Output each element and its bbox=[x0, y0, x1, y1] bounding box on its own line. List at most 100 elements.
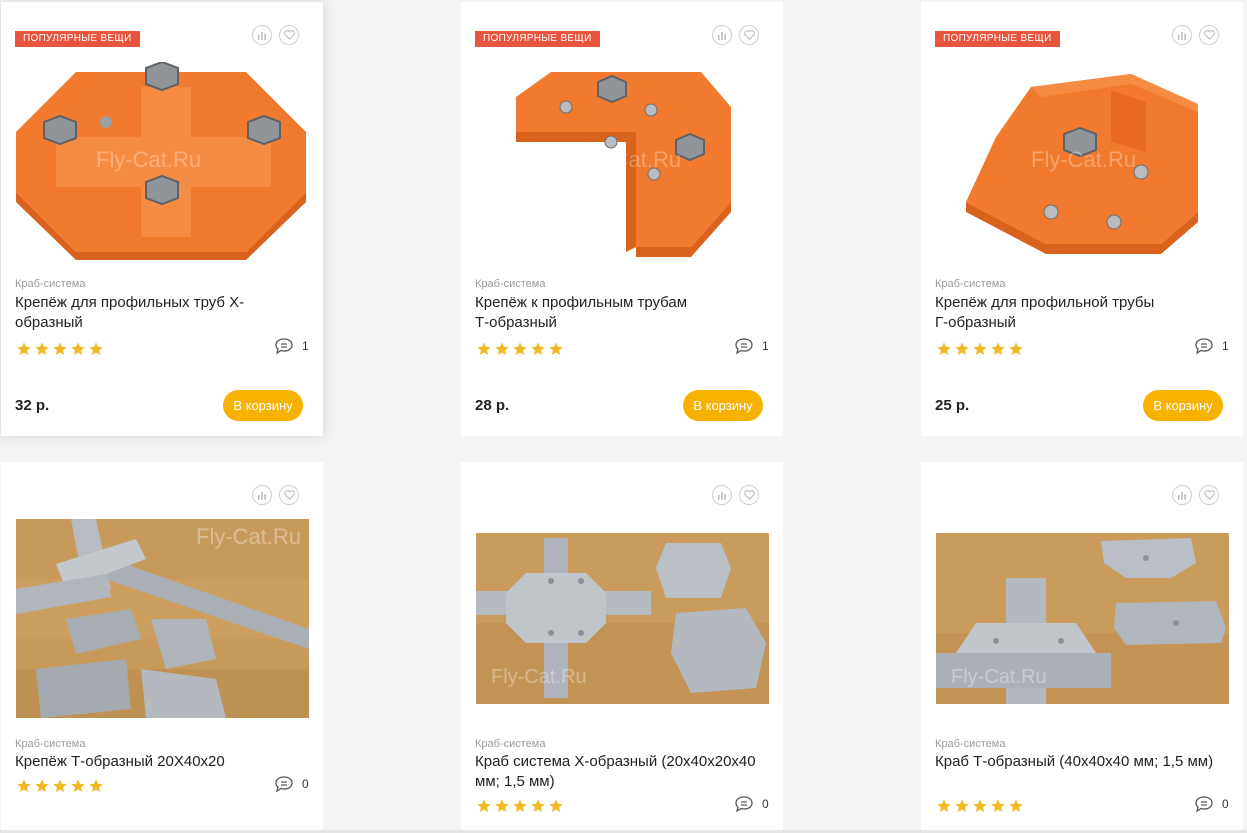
watermark: Fly-Cat.Ru bbox=[576, 147, 681, 172]
compare-icon[interactable] bbox=[1172, 25, 1192, 45]
heart-icon[interactable] bbox=[739, 25, 759, 45]
star-icon bbox=[477, 342, 491, 355]
product-title[interactable]: Крепёж Т-образный 20Х40х20 bbox=[15, 752, 305, 772]
rating-stars bbox=[16, 341, 104, 357]
star-icon bbox=[53, 779, 67, 792]
product-price: 28 р. bbox=[475, 397, 510, 414]
reviews-count[interactable]: 0 bbox=[734, 795, 769, 813]
star-icon bbox=[937, 342, 951, 355]
rating-stars bbox=[476, 341, 564, 357]
speech-bubble-icon bbox=[735, 796, 753, 813]
reviews-number: 1 bbox=[1222, 339, 1229, 353]
product-title[interactable]: Краб Т-образный (40х40х40 мм; 1,5 мм) bbox=[935, 752, 1225, 772]
product-card[interactable]: популярные вещи Fly-Cat.Ru Краб-система … bbox=[1, 2, 323, 436]
product-price: 25 р. bbox=[935, 397, 970, 414]
product-title[interactable]: Крепёж к профильным трубам Т-образный bbox=[475, 293, 705, 333]
speech-bubble-icon bbox=[1195, 796, 1213, 813]
product-image[interactable]: Fly-Cat.Ru bbox=[16, 519, 309, 718]
product-brand: Краб-система bbox=[475, 278, 546, 290]
star-icon bbox=[35, 779, 49, 792]
heart-icon[interactable] bbox=[1199, 485, 1219, 505]
product-image[interactable]: Fly-Cat.Ru bbox=[936, 533, 1229, 704]
star-icon bbox=[1009, 342, 1023, 355]
product-title[interactable]: Крепёж для профильных труб Х-образный bbox=[15, 293, 245, 333]
rating-stars bbox=[936, 798, 1024, 814]
star-icon bbox=[991, 799, 1005, 812]
product-title[interactable]: Краб система Х-образный (20х40х20х40 мм;… bbox=[475, 752, 765, 792]
reviews-count[interactable]: 0 bbox=[1194, 795, 1229, 813]
product-title[interactable]: Крепёж для профильной трубы Г-образный bbox=[935, 293, 1165, 333]
watermark: Fly-Cat.Ru bbox=[951, 666, 1047, 688]
product-image[interactable]: Fly-Cat.Ru bbox=[476, 533, 769, 704]
star-icon bbox=[531, 799, 545, 812]
watermark: Fly-Cat.Ru bbox=[196, 524, 301, 549]
speech-bubble-icon bbox=[275, 776, 293, 793]
star-icon bbox=[513, 799, 527, 812]
popular-badge: популярные вещи bbox=[475, 31, 600, 47]
star-icon bbox=[973, 342, 987, 355]
speech-bubble-icon bbox=[1195, 338, 1213, 355]
star-icon bbox=[513, 342, 527, 355]
reviews-count[interactable]: 1 bbox=[274, 337, 309, 355]
reviews-number: 0 bbox=[762, 797, 769, 811]
heart-icon[interactable] bbox=[1199, 25, 1219, 45]
star-icon bbox=[89, 342, 103, 355]
compare-icon[interactable] bbox=[1172, 485, 1192, 505]
reviews-number: 0 bbox=[302, 777, 309, 791]
compare-icon[interactable] bbox=[712, 485, 732, 505]
watermark: Fly-Cat.Ru bbox=[1031, 147, 1136, 172]
star-icon bbox=[955, 799, 969, 812]
compare-icon[interactable] bbox=[252, 485, 272, 505]
product-card[interactable]: популярные вещи Fly-Cat.Ru Краб-система … bbox=[921, 2, 1243, 436]
product-card[interactable]: Fly-Cat.Ru Краб-система Краб Т-образный … bbox=[921, 462, 1243, 833]
star-icon bbox=[937, 799, 951, 812]
star-icon bbox=[495, 342, 509, 355]
reviews-number: 1 bbox=[762, 339, 769, 353]
star-icon bbox=[89, 779, 103, 792]
product-image[interactable]: Fly-Cat.Ru bbox=[16, 62, 309, 262]
watermark: Fly-Cat.Ru bbox=[491, 666, 587, 688]
popular-badge: популярные вещи bbox=[15, 31, 140, 47]
add-to-cart-button[interactable]: В корзину bbox=[683, 390, 763, 421]
product-card[interactable]: Fly-Cat.Ru Краб-система Краб система Х-о… bbox=[461, 462, 783, 833]
product-brand: Краб-система bbox=[15, 278, 86, 290]
speech-bubble-icon bbox=[735, 338, 753, 355]
star-icon bbox=[973, 799, 987, 812]
reviews-number: 1 bbox=[302, 339, 309, 353]
star-icon bbox=[549, 342, 563, 355]
heart-icon[interactable] bbox=[279, 485, 299, 505]
watermark: Fly-Cat.Ru bbox=[96, 147, 201, 172]
star-icon bbox=[531, 342, 545, 355]
add-to-cart-button[interactable]: В корзину bbox=[1143, 390, 1223, 421]
product-card[interactable]: популярные вещи Fly-Cat.Ru Краб-система … bbox=[461, 2, 783, 436]
product-image[interactable]: Fly-Cat.Ru bbox=[936, 62, 1229, 262]
add-to-cart-button[interactable]: В корзину bbox=[223, 390, 303, 421]
heart-icon[interactable] bbox=[739, 485, 759, 505]
reviews-count[interactable]: 1 bbox=[1194, 337, 1229, 355]
reviews-number: 0 bbox=[1222, 797, 1229, 811]
star-icon bbox=[71, 342, 85, 355]
star-icon bbox=[549, 799, 563, 812]
compare-icon[interactable] bbox=[712, 25, 732, 45]
rating-stars bbox=[476, 798, 564, 814]
star-icon bbox=[495, 799, 509, 812]
heart-icon[interactable] bbox=[279, 25, 299, 45]
star-icon bbox=[17, 342, 31, 355]
reviews-count[interactable]: 0 bbox=[274, 775, 309, 793]
product-price: 32 р. bbox=[15, 397, 50, 414]
star-icon bbox=[1009, 799, 1023, 812]
product-brand: Краб-система bbox=[935, 278, 1006, 290]
rating-stars bbox=[16, 778, 104, 794]
star-icon bbox=[991, 342, 1005, 355]
reviews-count[interactable]: 1 bbox=[734, 337, 769, 355]
product-brand: Краб-система bbox=[475, 738, 546, 750]
compare-icon[interactable] bbox=[252, 25, 272, 45]
product-brand: Краб-система bbox=[15, 738, 86, 750]
popular-badge: популярные вещи bbox=[935, 31, 1060, 47]
speech-bubble-icon bbox=[275, 338, 293, 355]
product-card[interactable]: Fly-Cat.Ru Краб-система Крепёж Т-образны… bbox=[1, 462, 323, 833]
product-brand: Краб-система bbox=[935, 738, 1006, 750]
star-icon bbox=[53, 342, 67, 355]
product-image[interactable]: Fly-Cat.Ru bbox=[476, 62, 769, 262]
star-icon bbox=[35, 342, 49, 355]
